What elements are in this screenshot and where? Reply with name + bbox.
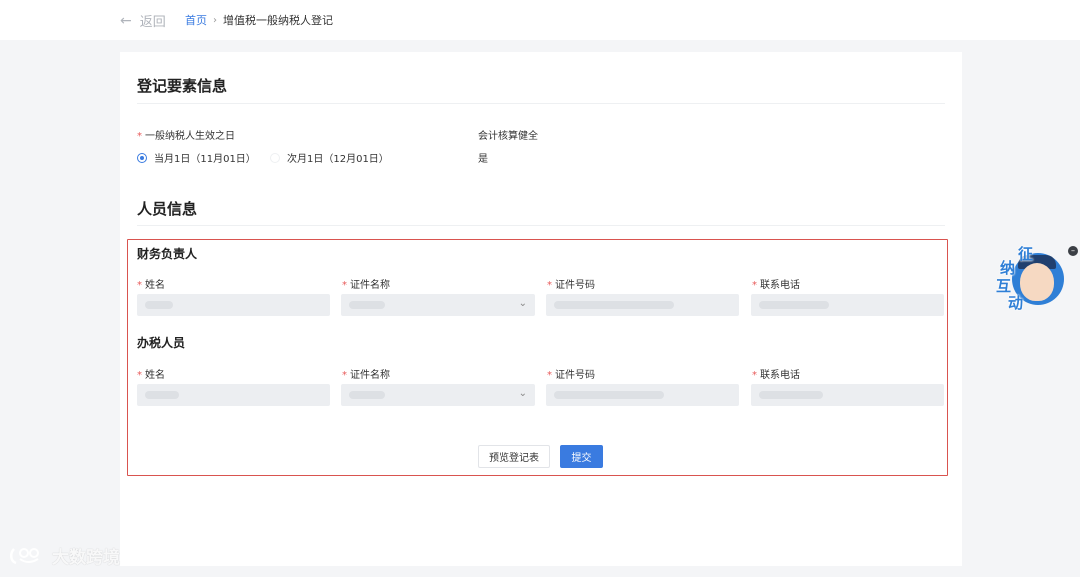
field-label-id-number: * 证件号码: [547, 280, 595, 291]
section-title-registration: 登记要素信息: [137, 77, 228, 95]
chevron-down-icon: ⌄: [518, 298, 527, 309]
id-number-input[interactable]: [546, 294, 739, 316]
radio-selected-icon: [137, 152, 147, 163]
effective-date-label: * 一般纳税人生效之日: [137, 131, 235, 142]
preview-button[interactable]: 预览登记表: [478, 445, 550, 468]
field-label-name: * 姓名: [137, 370, 165, 381]
divider: [137, 103, 945, 104]
phone-input[interactable]: [751, 294, 944, 316]
name-input[interactable]: [137, 384, 330, 406]
field-label-id-number: * 证件号码: [547, 370, 595, 381]
breadcrumb-home[interactable]: 首页: [185, 12, 207, 28]
widget-close-icon[interactable]: –: [1068, 246, 1078, 256]
field-label-phone: * 联系电话: [752, 370, 800, 381]
watermark-text: 大数跨境: [52, 548, 120, 568]
arrow-left-icon: ←: [120, 12, 132, 29]
chevron-right-icon: ›: [213, 14, 217, 26]
group-title-finance: 财务负责人: [137, 247, 198, 261]
radio-unselected-icon: [270, 152, 280, 163]
back-label: 返回: [139, 15, 166, 30]
id-type-select[interactable]: ⌄: [341, 294, 535, 316]
back-button[interactable]: ← 返回: [120, 11, 166, 31]
accounting-label: 会计核算健全: [478, 131, 538, 142]
watermark-logo-icon: [8, 545, 48, 567]
accounting-value: 是: [478, 154, 488, 165]
id-type-select[interactable]: ⌄: [341, 384, 535, 406]
group-title-tax-staff: 办税人员: [137, 336, 186, 350]
id-number-input[interactable]: [546, 384, 739, 406]
submit-button[interactable]: 提交: [560, 445, 603, 468]
field-label-id-type: * 证件名称: [342, 280, 390, 291]
chevron-down-icon: ⌄: [518, 388, 527, 399]
interaction-widget[interactable]: 征 纳 互 动: [996, 243, 1068, 313]
highlight-box: [127, 239, 948, 476]
field-label-name: * 姓名: [137, 280, 165, 291]
radio-current-month[interactable]: 当月1日（11月01日）: [137, 150, 256, 165]
divider: [137, 225, 945, 226]
name-input[interactable]: [137, 294, 330, 316]
breadcrumb: 首页 › 增值税一般纳税人登记: [185, 12, 333, 28]
required-mark: *: [137, 131, 142, 142]
breadcrumb-current: 增值税一般纳税人登记: [223, 14, 333, 27]
radio-next-month[interactable]: 次月1日（12月01日）: [270, 150, 389, 165]
widget-char: 征: [1018, 245, 1034, 263]
section-title-personnel: 人员信息: [137, 200, 198, 218]
watermark: 大数跨境: [8, 543, 120, 568]
mascot-avatar: [1020, 263, 1054, 301]
field-label-id-type: * 证件名称: [342, 370, 390, 381]
phone-input[interactable]: [751, 384, 944, 406]
widget-char: 动: [1008, 294, 1024, 312]
top-bar: ← 返回 首页 › 增值税一般纳税人登记: [0, 0, 1080, 40]
field-label-phone: * 联系电话: [752, 280, 800, 291]
